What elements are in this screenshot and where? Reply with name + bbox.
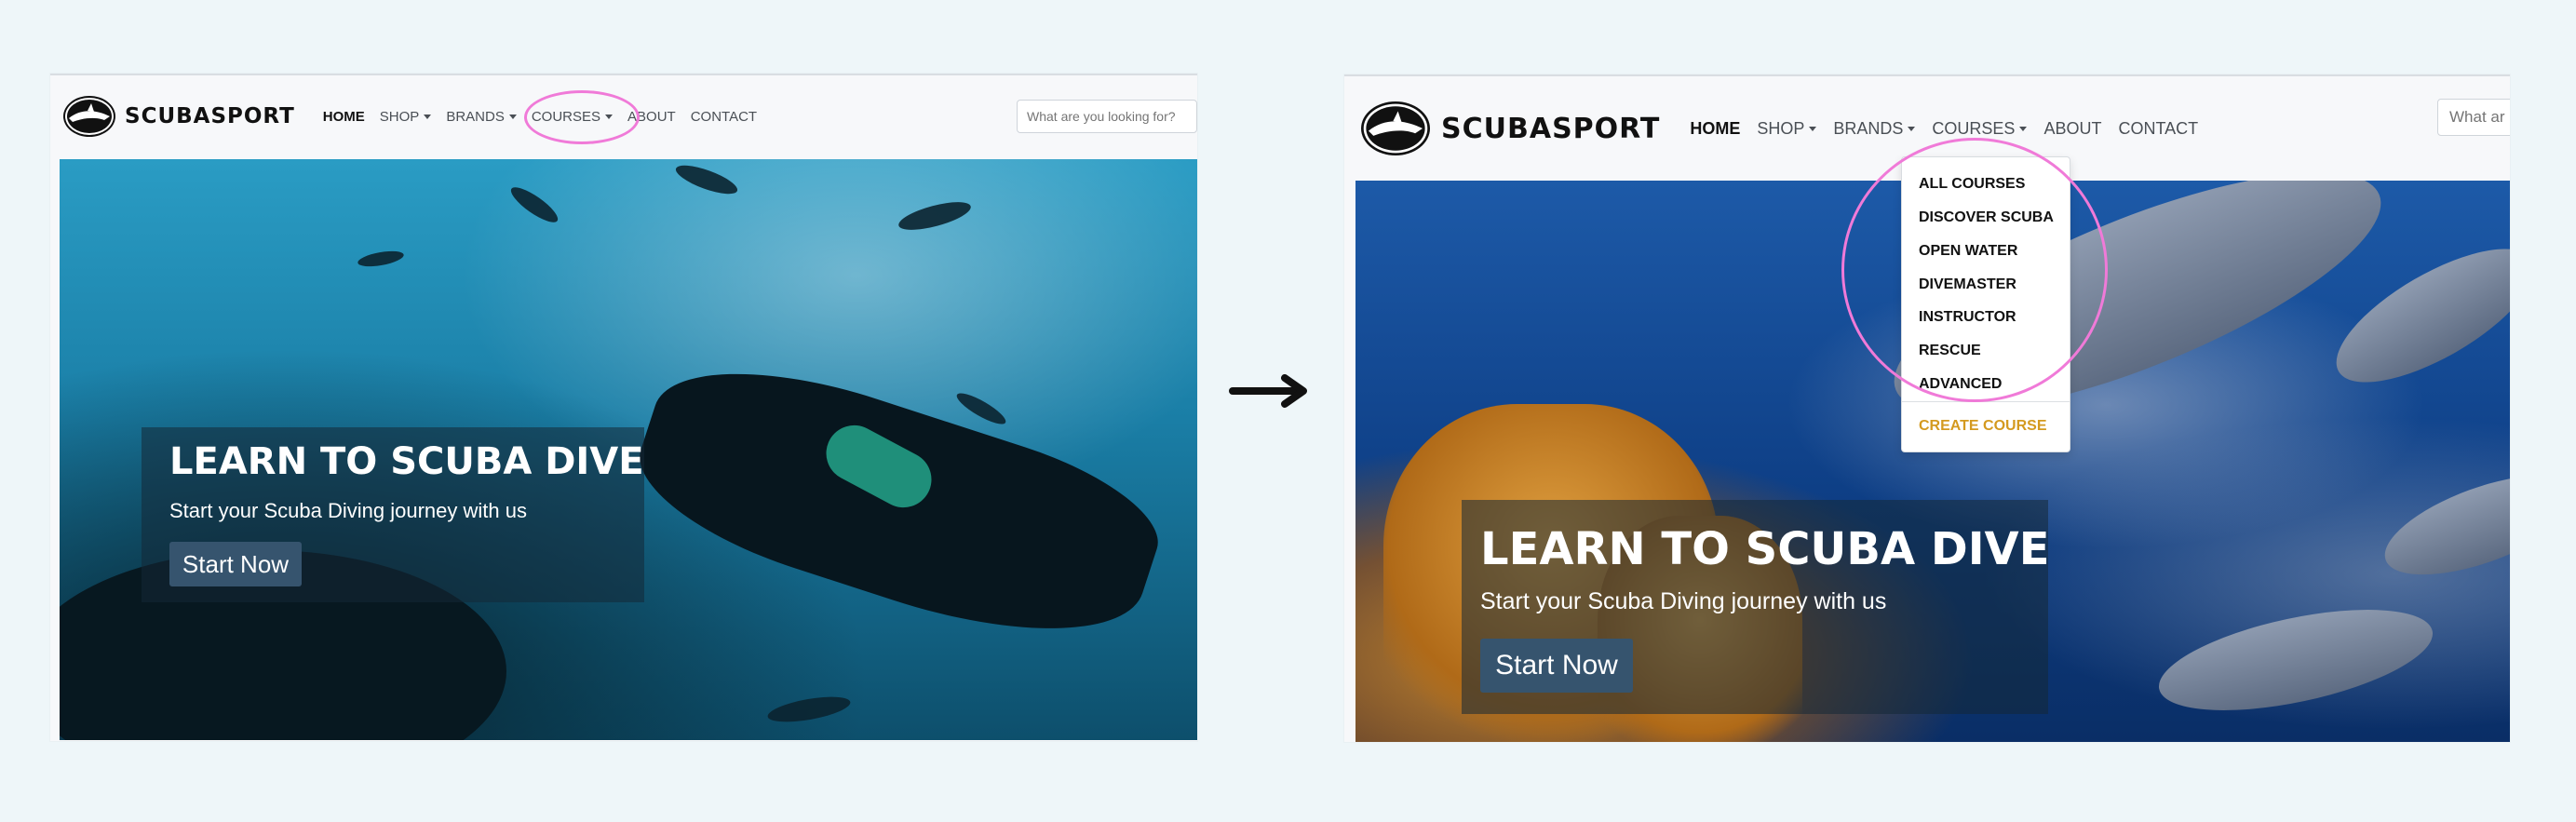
dropdown-item-open-water[interactable]: OPEN WATER: [1919, 243, 2017, 260]
chevron-down-icon: [605, 115, 614, 120]
dropdown-item-advanced[interactable]: ADVANCED: [1919, 376, 2002, 393]
hero-title: LEARN TO SCUBA DIVE: [169, 440, 644, 483]
dropdown-item-divemaster[interactable]: DIVEMASTER: [1919, 276, 2016, 293]
shark-logo-icon: [63, 96, 115, 137]
search-input[interactable]: [2437, 99, 2510, 136]
nav-contact[interactable]: CONTACT: [2118, 119, 2198, 139]
hero-subtitle: Start your Scuba Diving journey with us: [169, 499, 527, 522]
nav-brands-label: BRANDS: [446, 108, 505, 125]
dolphin-silhouette: [2150, 589, 2442, 731]
nav-courses-label: COURSES: [1932, 118, 2016, 138]
chevron-down-icon: [1809, 127, 1817, 132]
dropdown-item-create-course[interactable]: CREATE COURSE: [1919, 418, 2047, 435]
before-screenshot-panel: SCUBASPORT HOME SHOP BRANDS COURSES ABOU…: [50, 74, 1197, 741]
dropdown-item-all-courses[interactable]: ALL COURSES: [1919, 176, 2025, 193]
nav-brands[interactable]: BRANDS: [1833, 118, 1916, 139]
search-input[interactable]: [1017, 100, 1197, 133]
start-now-button[interactable]: Start Now: [169, 542, 302, 586]
fish-decor: [953, 388, 1009, 429]
start-now-button[interactable]: Start Now: [1480, 639, 1633, 693]
courses-dropdown-menu: ALL COURSES DISCOVER SCUBA OPEN WATER DI…: [1901, 156, 2070, 452]
fish-decor: [506, 182, 562, 228]
nav-links: HOME SHOP BRANDS COURSES ABOUT CONTACT: [1690, 119, 2198, 139]
nav-about[interactable]: ABOUT: [627, 109, 676, 125]
brand-logo[interactable]: SCUBASPORT: [63, 96, 295, 137]
nav-links: HOME SHOP BRANDS COURSES ABOUT CONTACT: [323, 109, 757, 125]
shark-logo-icon: [1361, 101, 1430, 155]
hero-banner-diver: LEARN TO SCUBA DIVE Start your Scuba Div…: [60, 159, 1197, 740]
fish-decor: [672, 159, 741, 200]
nav-shop-label: SHOP: [1757, 118, 1805, 138]
dolphin-silhouette: [2372, 454, 2510, 596]
nav-shop[interactable]: SHOP: [380, 109, 432, 125]
chevron-down-icon: [424, 115, 432, 120]
nav-shop[interactable]: SHOP: [1757, 118, 1817, 139]
dropdown-item-instructor[interactable]: INSTRUCTOR: [1919, 309, 2016, 326]
chevron-down-icon: [2019, 127, 2028, 132]
chevron-down-icon: [1908, 127, 1916, 132]
nav-contact[interactable]: CONTACT: [691, 109, 757, 125]
nav-about[interactable]: ABOUT: [2043, 119, 2101, 139]
brand-name: SCUBASPORT: [125, 104, 295, 128]
dropdown-divider: [1902, 401, 2070, 402]
nav-home[interactable]: HOME: [1690, 119, 1740, 139]
fish-decor: [357, 248, 405, 270]
chevron-down-icon: [508, 115, 517, 120]
nav-courses[interactable]: COURSES: [1932, 118, 2028, 139]
nav-courses[interactable]: COURSES: [531, 108, 614, 125]
fish-decor: [896, 196, 974, 236]
brand-name: SCUBASPORT: [1441, 112, 1661, 145]
nav-brands[interactable]: BRANDS: [446, 109, 517, 125]
nav-home[interactable]: HOME: [323, 109, 365, 125]
brand-logo[interactable]: SCUBASPORT: [1361, 101, 1660, 155]
dropdown-item-discover-scuba[interactable]: DISCOVER SCUBA: [1919, 209, 2054, 226]
fish-decor: [765, 692, 853, 727]
dropdown-item-rescue[interactable]: RESCUE: [1919, 343, 1981, 359]
after-screenshot-panel: SCUBASPORT HOME SHOP BRANDS COURSES ABOU…: [1344, 74, 2510, 742]
nav-brands-label: BRANDS: [1833, 118, 1904, 138]
nav-shop-label: SHOP: [379, 108, 420, 125]
hero-title: LEARN TO SCUBA DIVE: [1480, 523, 2050, 575]
arrow-right-icon: [1229, 374, 1307, 408]
hero-subtitle: Start your Scuba Diving journey with us: [1480, 588, 1887, 614]
nav-courses-label: COURSES: [531, 108, 601, 125]
